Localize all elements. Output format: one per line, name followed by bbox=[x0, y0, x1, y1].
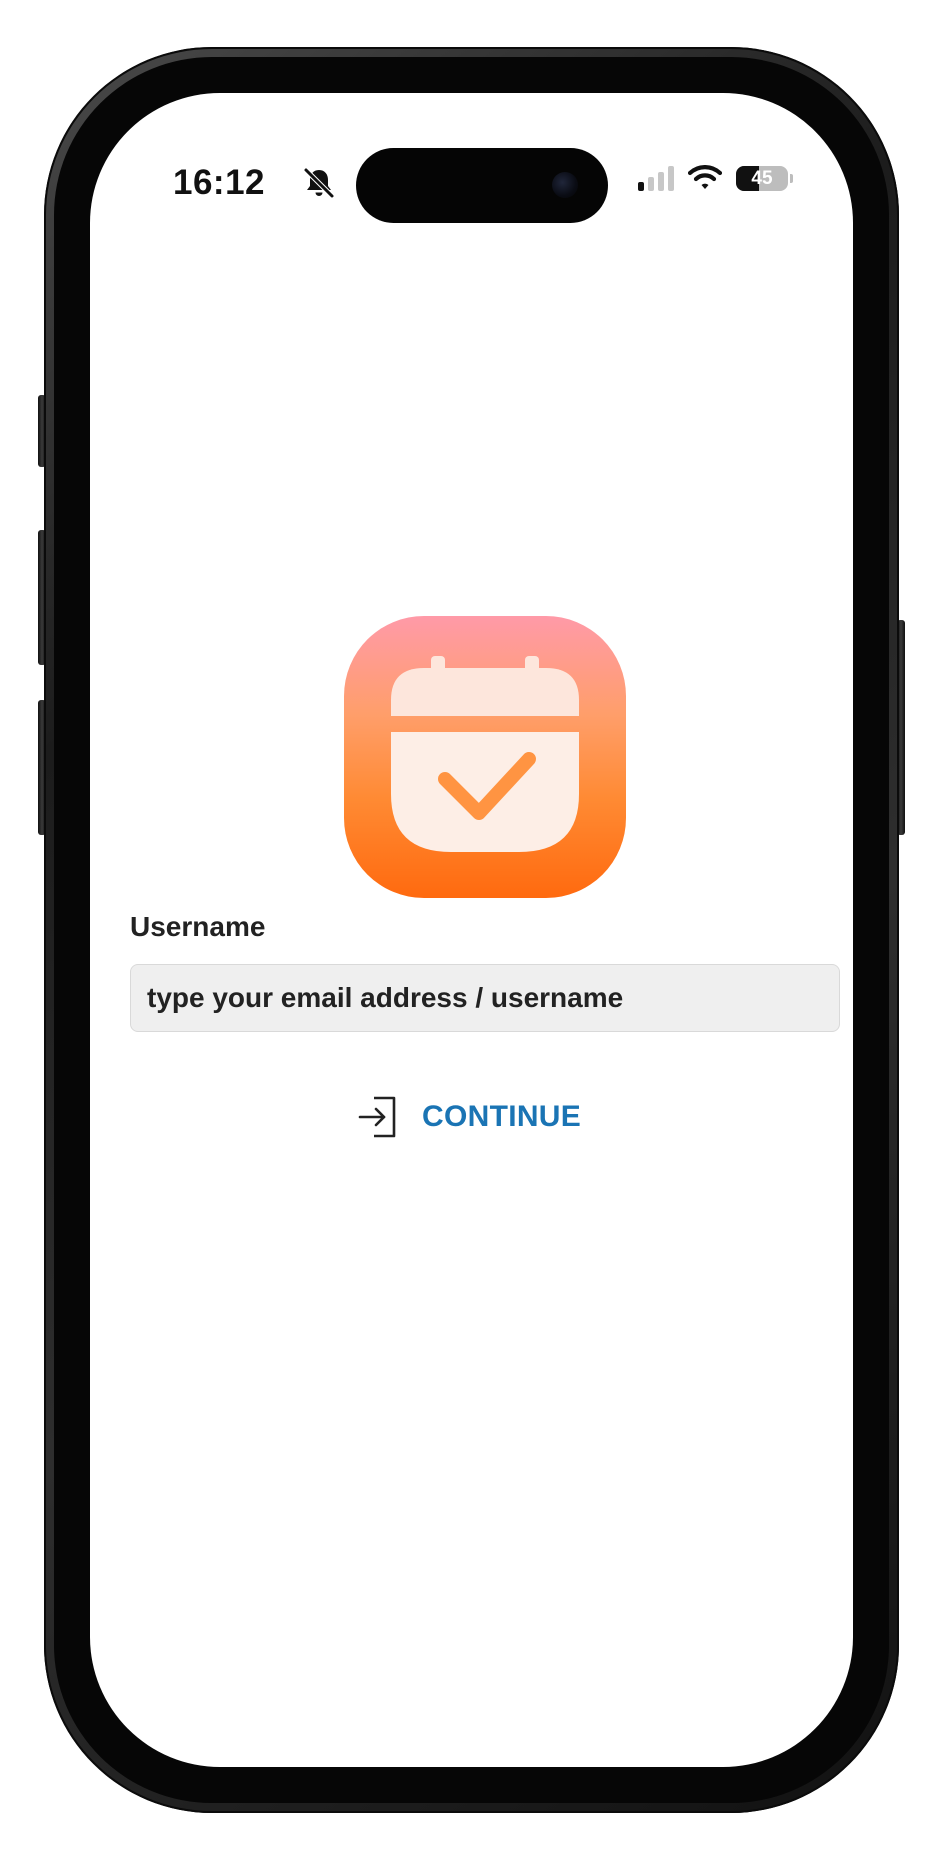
cellular-signal-icon bbox=[638, 165, 674, 191]
continue-button[interactable]: CONTINUE bbox=[358, 1092, 581, 1142]
battery-level: 45 bbox=[751, 167, 773, 189]
phone-body: 16:12 45 Username type your email addres… bbox=[44, 47, 899, 1813]
battery-indicator: 45 bbox=[736, 165, 793, 191]
front-camera bbox=[552, 172, 578, 198]
phone-bezel: 16:12 45 Username type your email addres… bbox=[54, 57, 889, 1803]
device-frame: 16:12 45 Username type your email addres… bbox=[0, 0, 943, 1850]
status-indicators: 45 bbox=[638, 165, 793, 191]
bell-slash-icon bbox=[303, 167, 335, 199]
battery-icon: 45 bbox=[736, 165, 788, 191]
wifi-icon bbox=[688, 165, 722, 189]
dynamic-island bbox=[356, 148, 608, 223]
app-logo bbox=[344, 616, 626, 898]
username-label: Username bbox=[130, 911, 266, 942]
status-time: 16:12 bbox=[173, 163, 266, 202]
login-arrow-icon bbox=[358, 1096, 396, 1138]
battery-tip bbox=[790, 173, 793, 183]
screen: 16:12 45 Username type your email addres… bbox=[90, 93, 853, 1767]
continue-label: CONTINUE bbox=[422, 1100, 582, 1133]
calendar-check-icon bbox=[391, 656, 579, 852]
username-input[interactable] bbox=[130, 964, 840, 1032]
